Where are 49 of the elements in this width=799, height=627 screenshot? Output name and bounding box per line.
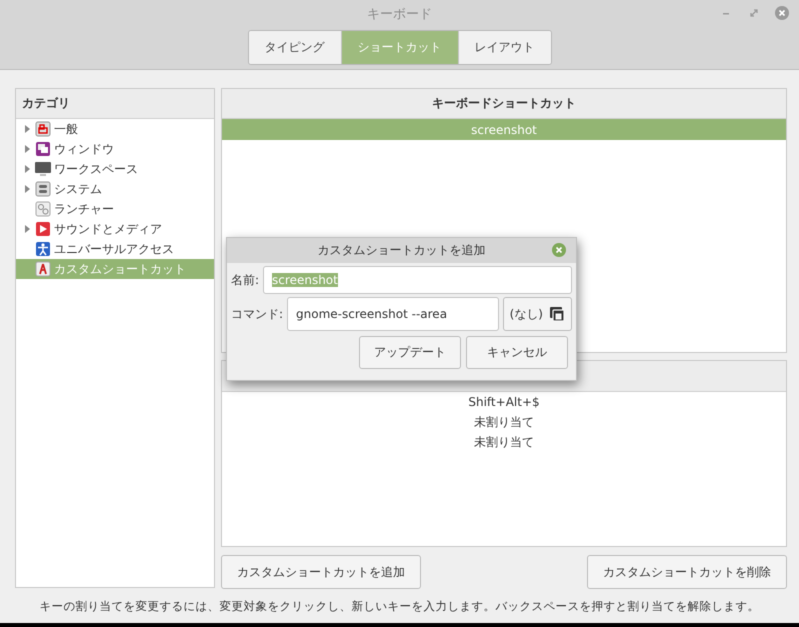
cancel-button[interactable]: キャンセル (466, 336, 568, 369)
expander-icon (22, 164, 32, 174)
close-icon[interactable] (775, 6, 789, 20)
update-button[interactable]: アップデート (359, 336, 461, 369)
expander-icon (22, 224, 32, 234)
table-row[interactable]: 未割り当て (222, 412, 786, 432)
category-item[interactable]: ワークスペース (16, 159, 214, 180)
category-item[interactable]: 一般 (16, 119, 214, 140)
column-header: カテゴリ (22, 95, 70, 112)
file-button[interactable]: (なし) (502, 297, 572, 331)
windows-icon (35, 141, 51, 158)
category-item[interactable]: サウンドとメディア (16, 219, 214, 240)
category-label: カスタムショートカット (54, 260, 186, 278)
table-row[interactable]: Shift+Alt+$ (222, 392, 786, 412)
field-label: コマンド: (231, 306, 284, 322)
tab[interactable]: レイアウト (458, 31, 550, 64)
category-item[interactable]: ランチャー (16, 199, 214, 220)
field-label: 名前: (231, 272, 260, 288)
expander-icon (22, 184, 32, 194)
category-label: サウンドとメディア (54, 220, 162, 238)
category-label: ランチャー (54, 200, 114, 218)
window-icon (35, 121, 51, 138)
play-icon (35, 221, 51, 238)
close-icon[interactable] (552, 243, 566, 257)
accessibility-icon (35, 241, 51, 258)
category-label: ユニバーサルアクセス (54, 240, 174, 258)
category-item[interactable]: ユニバーサルアクセス (16, 239, 214, 260)
expander-icon (22, 124, 32, 134)
expander-icon (22, 144, 32, 154)
dialog-title: カスタムショートカットを追加 (318, 242, 486, 259)
window-title: キーボード (367, 6, 432, 23)
category-label: システム (54, 180, 102, 198)
toggle-icon (35, 181, 51, 198)
letter-a-icon (35, 261, 51, 278)
command-field[interactable]: gnome-screenshot --area (287, 297, 499, 331)
tab[interactable]: タイピング (248, 31, 342, 64)
column-header: キーボードショートカット (432, 95, 576, 112)
table-row[interactable]: 未割り当て (222, 432, 786, 452)
add-button[interactable]: カスタムショートカットを追加 (221, 555, 421, 590)
category-label: 一般 (54, 120, 78, 138)
gears-icon (35, 201, 51, 218)
remove-button[interactable]: カスタムショートカットを削除 (587, 555, 787, 590)
category-label: ワークスペース (54, 160, 138, 178)
category-label: ウィンドウ (54, 140, 114, 158)
category-item[interactable]: システム (16, 179, 214, 200)
status-text: キーの割り当てを変更するには、変更対象をクリックし、新しいキーを入力します。バックスペースを押すと割り当てを解除します。 (38, 598, 760, 615)
category-item[interactable]: ウィンドウ (16, 139, 214, 160)
monitor-icon (35, 161, 51, 178)
copy-icon (549, 306, 565, 322)
